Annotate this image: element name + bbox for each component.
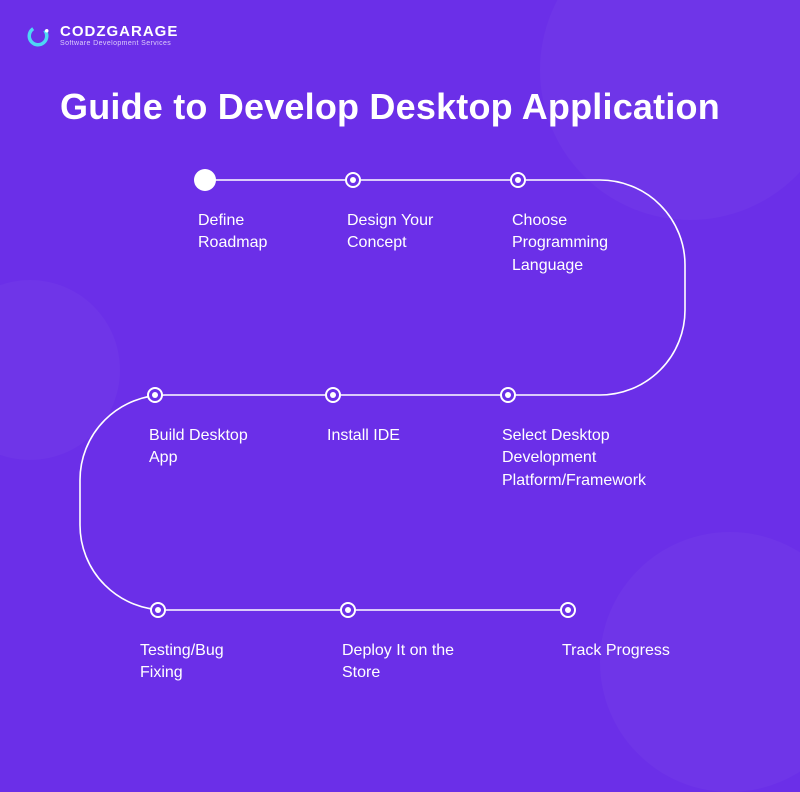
step-label-5: Install IDE — [327, 425, 457, 447]
step-label-9: Track Progress — [562, 640, 722, 662]
bg-blob — [540, 0, 800, 220]
step-node-3 — [510, 172, 526, 188]
brand-name: CODZGARAGE — [60, 24, 178, 40]
step-node-4 — [500, 387, 516, 403]
bg-blob — [0, 280, 120, 460]
step-label-4: Select Desktop Development Platform/Fram… — [502, 425, 692, 492]
step-node-2 — [345, 172, 361, 188]
step-node-6 — [147, 387, 163, 403]
step-label-3: Choose Programming Language — [512, 210, 662, 277]
step-node-8 — [340, 602, 356, 618]
brand-tagline: Software Development Services — [60, 40, 178, 47]
step-node-7 — [150, 602, 166, 618]
step-node-1 — [194, 169, 216, 191]
step-label-2: Design Your Concept — [347, 210, 477, 255]
step-node-5 — [325, 387, 341, 403]
step-label-6: Build Desktop App — [149, 425, 279, 470]
step-label-7: Testing/Bug Fixing — [140, 640, 270, 685]
step-label-8: Deploy It on the Store — [342, 640, 482, 685]
step-label-1: Define Roadmap — [198, 210, 318, 255]
logo-icon — [24, 22, 52, 50]
step-node-9 — [560, 602, 576, 618]
